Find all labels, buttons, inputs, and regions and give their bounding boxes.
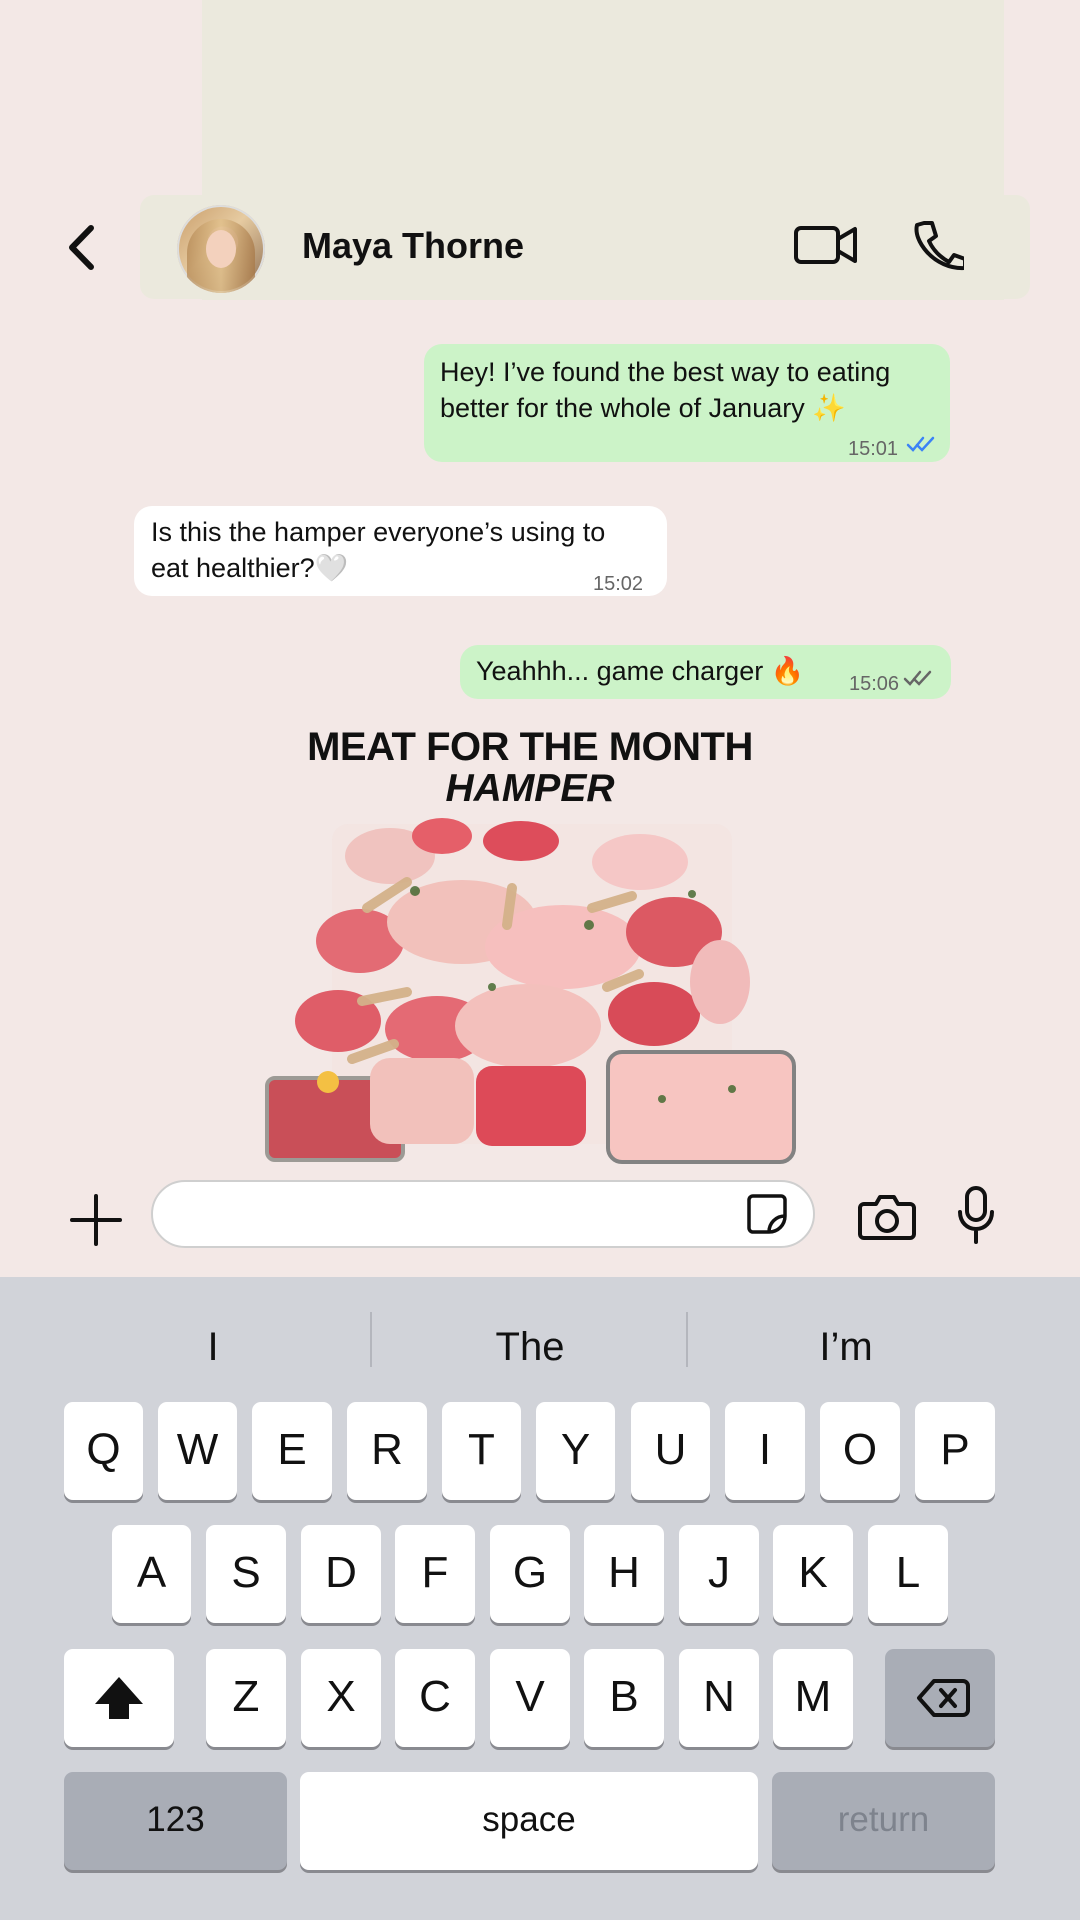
key-l[interactable]: L (868, 1525, 948, 1623)
key-h[interactable]: H (584, 1525, 664, 1623)
chat-header: Maya Thorne (0, 195, 1080, 305)
hamper-image[interactable] (262, 804, 802, 1170)
key-b[interactable]: B (584, 1649, 664, 1747)
header-background (140, 195, 1030, 299)
shift-key[interactable] (64, 1649, 174, 1747)
read-check-icon (906, 436, 935, 452)
message-line: better for the whole of January ✨ (440, 393, 846, 423)
key-t[interactable]: T (442, 1402, 521, 1500)
phone-icon[interactable] (910, 216, 964, 276)
suggestion-item[interactable]: The (372, 1325, 688, 1370)
message-input[interactable] (151, 1180, 815, 1248)
avatar[interactable] (177, 205, 265, 293)
key-s[interactable]: S (206, 1525, 286, 1623)
camera-icon[interactable] (858, 1190, 916, 1242)
delivered-check-icon (903, 670, 932, 686)
space-key[interactable]: space (300, 1772, 758, 1870)
key-q[interactable]: Q (64, 1402, 143, 1500)
key-x[interactable]: X (301, 1649, 381, 1747)
microphone-icon[interactable] (956, 1184, 996, 1244)
key-e[interactable]: E (252, 1402, 332, 1500)
promo-title: MEAT FOR THE MONTH (307, 725, 753, 769)
message-line: eat healthier?🤍 (151, 553, 349, 583)
keyboard: I The I’m Q W E R T Y U I O P A S D F G … (0, 1277, 1080, 1920)
message-line: Is this the hamper everyone’s using to (151, 517, 606, 547)
key-m[interactable]: M (773, 1649, 853, 1747)
shift-icon (95, 1677, 143, 1719)
key-c[interactable]: C (395, 1649, 475, 1747)
plus-icon[interactable] (70, 1194, 122, 1246)
key-v[interactable]: V (490, 1649, 570, 1747)
key-z[interactable]: Z (206, 1649, 286, 1747)
avatar-face (206, 230, 236, 268)
key-w[interactable]: W (158, 1402, 237, 1500)
sticker-icon[interactable] (745, 1192, 789, 1236)
message-bubble-outgoing[interactable]: Yeahhh... game charger 🔥 15:06 (460, 645, 951, 699)
key-d[interactable]: D (301, 1525, 381, 1623)
key-y[interactable]: Y (536, 1402, 615, 1500)
key-p[interactable]: P (915, 1402, 995, 1500)
message-time: 15:02 (593, 573, 644, 595)
message-line: Hey! I’ve found the best way to eating (440, 357, 891, 387)
contact-name[interactable]: Maya Thorne (302, 225, 524, 267)
key-n[interactable]: N (679, 1649, 759, 1747)
message-bubble-outgoing[interactable]: Hey! I’ve found the best way to eating b… (424, 344, 950, 462)
suggestion-item[interactable]: I (55, 1325, 371, 1370)
message-composer (0, 1172, 1080, 1277)
message-bubble-incoming[interactable]: Is this the hamper everyone’s using to e… (134, 506, 667, 596)
key-f[interactable]: F (395, 1525, 475, 1623)
key-j[interactable]: J (679, 1525, 759, 1623)
key-a[interactable]: A (112, 1525, 191, 1623)
key-u[interactable]: U (631, 1402, 710, 1500)
delete-icon (917, 1679, 970, 1717)
numbers-key[interactable]: 123 (64, 1772, 287, 1870)
key-o[interactable]: O (820, 1402, 900, 1500)
return-key[interactable]: return (772, 1772, 995, 1870)
key-k[interactable]: K (773, 1525, 853, 1623)
message-time: 15:06 (849, 673, 900, 695)
delete-key[interactable] (885, 1649, 995, 1747)
message-time: 15:01 (848, 438, 899, 460)
suggestion-item[interactable]: I’m (688, 1325, 1004, 1370)
chevron-left-icon[interactable] (58, 220, 108, 275)
video-camera-icon[interactable] (793, 221, 859, 269)
key-g[interactable]: G (490, 1525, 570, 1623)
key-r[interactable]: R (347, 1402, 427, 1500)
key-i[interactable]: I (725, 1402, 805, 1500)
